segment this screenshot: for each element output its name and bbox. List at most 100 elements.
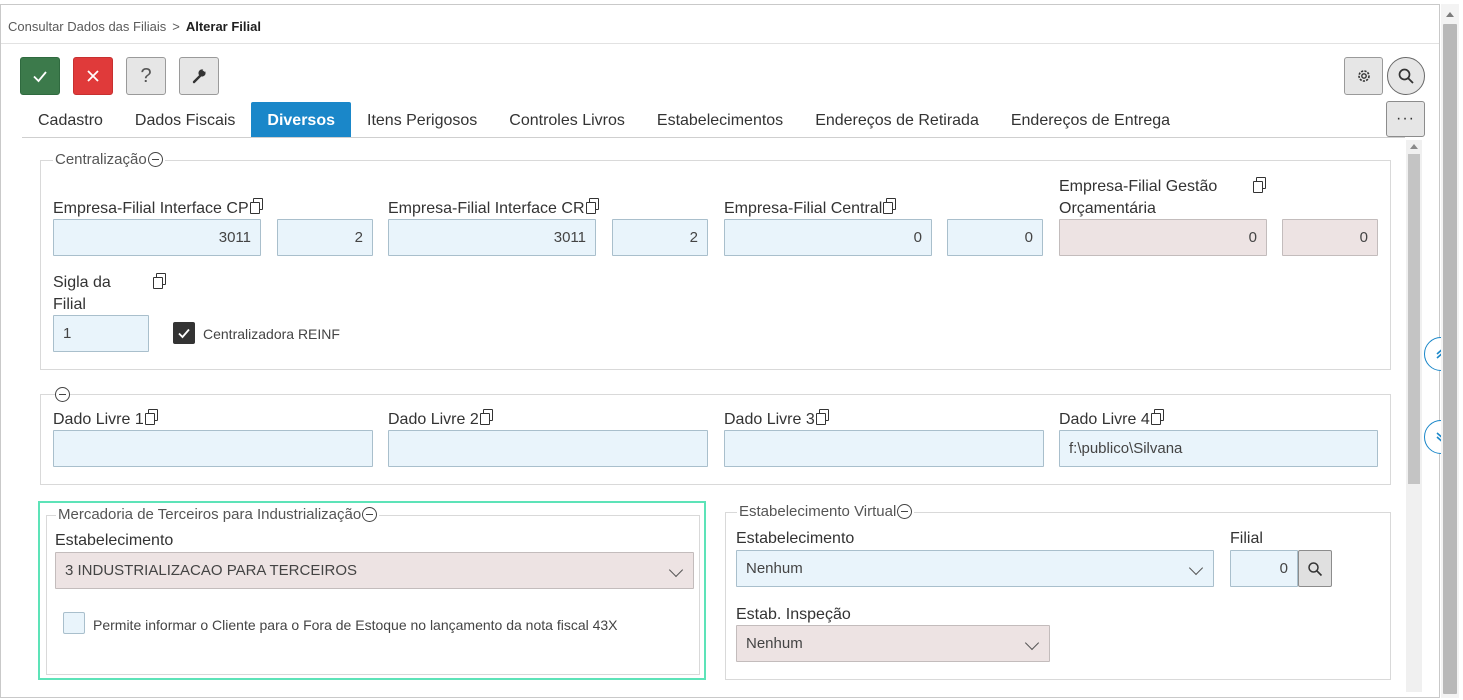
collapse-icon[interactable]: [362, 507, 378, 522]
empresa-filial-cr-empresa-input[interactable]: 3011: [388, 219, 596, 256]
gear-icon: [1357, 70, 1370, 82]
dado-livre-4-input[interactable]: f:\publico\Silvana: [1059, 430, 1378, 467]
centralizadora-reinf-label: Centralizadora REINF: [203, 326, 340, 342]
dado-livre-3-input[interactable]: [724, 430, 1044, 467]
sigla-filial-label-line2: Filial: [53, 296, 86, 313]
dado-livre-4-label-text: Dado Livre 4: [1059, 411, 1150, 428]
empresa-filial-gestao-label-line1: Empresa-Filial Gestão: [1059, 178, 1218, 195]
help-button[interactable]: ?: [126, 57, 166, 95]
scrollbar-thumb[interactable]: [1443, 24, 1457, 694]
dado-livre-2-label: Dado Livre 2: [388, 409, 493, 431]
breadcrumb-separator: >: [172, 19, 180, 34]
empresa-filial-cp-filial-input[interactable]: 2: [277, 219, 373, 256]
more-options-button[interactable]: ···: [1386, 101, 1425, 137]
copy-icon[interactable]: [1253, 177, 1266, 193]
empresa-filial-central-label-text: Empresa-Filial Central: [724, 200, 883, 217]
centralizadora-reinf-checkbox[interactable]: [173, 322, 195, 344]
collapse-icon[interactable]: [55, 387, 70, 402]
estab-inspecao-select[interactable]: Nenhum: [736, 625, 1050, 662]
empresa-filial-cr-filial-input[interactable]: 2: [612, 219, 708, 256]
tools-button[interactable]: [179, 57, 219, 95]
sigla-filial-label-line1: Sigla da: [53, 274, 111, 291]
chevron-down-icon: [1188, 560, 1204, 576]
estabelecimento-virtual-label: Estabelecimento: [736, 530, 855, 547]
estabelecimento-virtual-legend: Estabelecimento Virtual: [737, 503, 915, 520]
tab-itens-perigosos[interactable]: Itens Perigosos: [351, 102, 493, 137]
permite-cliente-checkbox[interactable]: [63, 612, 85, 634]
permite-cliente-label: Permite informar o Cliente para o Fora d…: [93, 617, 618, 633]
scroll-up-arrow-icon[interactable]: [1446, 12, 1454, 17]
sigla-filial-label: Sigla da Filial: [53, 272, 111, 316]
copy-icon[interactable]: [883, 198, 897, 214]
cancel-button[interactable]: [73, 57, 113, 95]
scroll-up-arrow-icon[interactable]: [1410, 144, 1418, 149]
collapse-icon[interactable]: [147, 152, 163, 167]
copy-icon[interactable]: [249, 198, 263, 214]
empresa-filial-gestao-label: Empresa-Filial Gestão Orçamentária: [1059, 176, 1217, 220]
centralizacao-legend: Centralização: [53, 151, 165, 168]
breadcrumb-parent-link[interactable]: Consultar Dados das Filiais: [8, 19, 166, 34]
centralizacao-title: Centralização: [55, 151, 147, 168]
content-scrollbar[interactable]: [1406, 140, 1422, 692]
breadcrumb: Consultar Dados das Filiais > Alterar Fili…: [8, 19, 261, 34]
empresa-filial-cr-label: Empresa-Filial Interface CR: [388, 198, 599, 220]
dado-livre-1-label-text: Dado Livre 1: [53, 411, 144, 428]
estabelecimento-virtual-title: Estabelecimento Virtual: [739, 503, 897, 520]
tab-divider: [22, 137, 1405, 138]
header-divider: [1, 43, 1439, 44]
search-icon: [1398, 68, 1414, 84]
filial-label: Filial: [1230, 530, 1263, 547]
sigla-filial-input[interactable]: 1: [53, 315, 149, 352]
copy-icon[interactable]: [1150, 409, 1164, 425]
confirm-button[interactable]: [20, 57, 60, 95]
window-scrollbar[interactable]: [1441, 4, 1459, 698]
tab-dados-fiscais[interactable]: Dados Fiscais: [119, 102, 251, 137]
tab-estabelecimentos[interactable]: Estabelecimentos: [641, 102, 799, 137]
estabelecimento-virtual-select-value: Nenhum: [746, 560, 803, 577]
copy-icon[interactable]: [144, 409, 158, 425]
chevron-down-icon: [1024, 635, 1040, 651]
filial-input[interactable]: 0: [1230, 550, 1298, 587]
tab-controles-livros[interactable]: Controles Livros: [493, 102, 641, 137]
estabelecimento-virtual-select[interactable]: Nenhum: [736, 550, 1214, 587]
collapse-icon[interactable]: [897, 504, 913, 519]
mercadoria-terceiros-legend: Mercadoria de Terceiros para Industriali…: [56, 506, 380, 523]
empresa-filial-central-label: Empresa-Filial Central: [724, 198, 897, 220]
estabelecimento-label: Estabelecimento: [55, 532, 174, 549]
check-icon: [33, 71, 47, 83]
search-button[interactable]: [1387, 57, 1425, 95]
empresa-filial-cp-empresa-input[interactable]: 3011: [53, 219, 261, 256]
estabelecimento-select[interactable]: 3 INDUSTRIALIZACAO PARA TERCEIROS: [55, 552, 694, 589]
estab-inspecao-label: Estab. Inspeção: [736, 606, 851, 623]
estabelecimento-select-value: 3 INDUSTRIALIZACAO PARA TERCEIROS: [65, 562, 358, 579]
empresa-filial-cp-label: Empresa-Filial Interface CP: [53, 198, 263, 220]
copy-icon[interactable]: [153, 273, 167, 289]
dado-livre-3-label-text: Dado Livre 3: [724, 411, 815, 428]
scrollbar-thumb[interactable]: [1408, 154, 1420, 484]
dado-livre-3-label: Dado Livre 3: [724, 409, 829, 431]
wrench-icon: [192, 68, 206, 84]
settings-button[interactable]: [1344, 57, 1383, 95]
copy-icon[interactable]: [585, 198, 599, 214]
tab-bar: Cadastro Dados Fiscais Diversos Itens Pe…: [22, 102, 1186, 137]
dado-livre-2-label-text: Dado Livre 2: [388, 411, 479, 428]
empresa-filial-gestao-empresa-input: 0: [1059, 219, 1267, 256]
copy-icon[interactable]: [479, 409, 493, 425]
tab-enderecos-retirada[interactable]: Endereços de Retirada: [799, 102, 995, 137]
empresa-filial-gestao-label-line2: Orçamentária: [1059, 200, 1156, 217]
tab-diversos[interactable]: Diversos: [251, 102, 351, 137]
empresa-filial-central-filial-input[interactable]: 0: [947, 219, 1043, 256]
dado-livre-1-input[interactable]: [53, 430, 373, 467]
help-icon: ?: [140, 64, 152, 87]
check-icon: [178, 328, 190, 339]
tab-enderecos-entrega[interactable]: Endereços de Entrega: [995, 102, 1186, 137]
more-icon: ···: [1396, 110, 1415, 127]
dado-livre-2-input[interactable]: [388, 430, 708, 467]
empresa-filial-central-empresa-input[interactable]: 0: [724, 219, 932, 256]
copy-icon[interactable]: [815, 409, 829, 425]
tab-cadastro[interactable]: Cadastro: [22, 102, 119, 137]
dado-livre-4-label: Dado Livre 4: [1059, 409, 1164, 431]
mercadoria-terceiros-title: Mercadoria de Terceiros para Industriali…: [58, 506, 362, 523]
chevron-down-icon: [668, 562, 684, 578]
filial-search-button[interactable]: [1298, 550, 1332, 587]
